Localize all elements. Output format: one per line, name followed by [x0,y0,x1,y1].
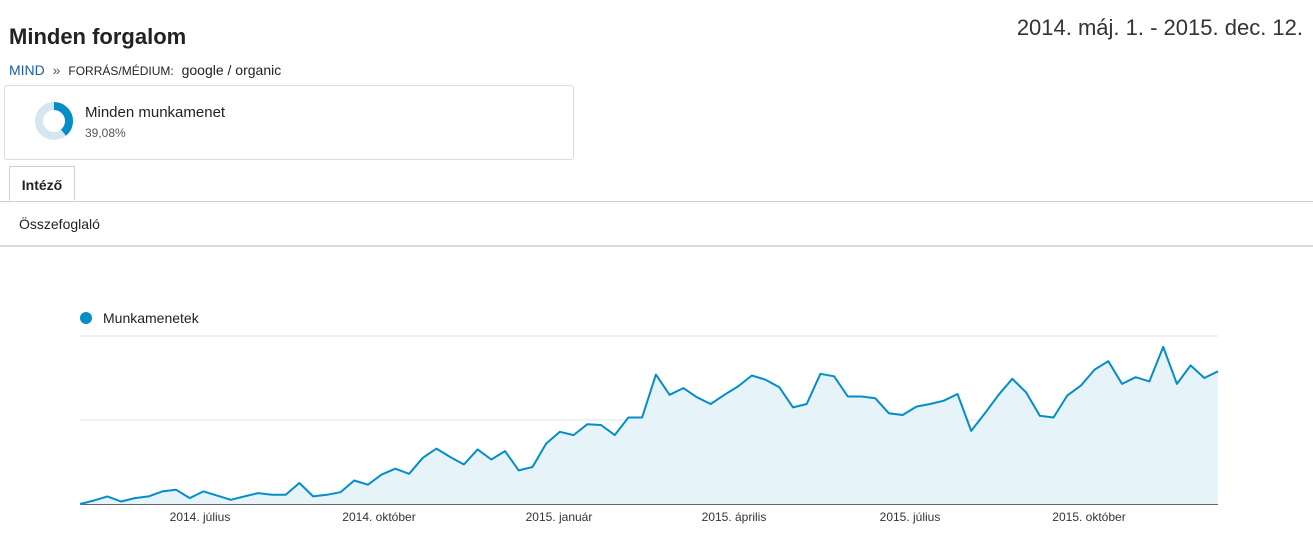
breadcrumb-separator: » [52,62,61,78]
breadcrumb-value: google / organic [181,62,282,78]
divider [0,245,1313,247]
segment-name: Minden munkamenet [85,104,226,121]
x-tick-label: 2015. október [1052,510,1125,524]
x-tick-label: 2015. július [880,510,941,524]
page-title: Minden forgalom [9,24,187,49]
x-tick-label: 2015. április [702,510,767,524]
tab-explorer[interactable]: Intéző [9,166,75,201]
segment-donut-icon [35,102,73,140]
tab-bar: Intéző [0,166,1313,202]
breadcrumb-dimension: FORRÁS/MÉDIUM: [68,64,174,78]
sessions-chart[interactable]: 2014. július 2014. október 2015. január 201… [0,320,1313,544]
date-range-selector[interactable]: 2014. máj. 1. - 2015. dec. 12. [1017,15,1303,41]
segment-card[interactable]: Minden munkamenet 39,08% [4,85,574,160]
segment-percent: 39,08% [85,126,126,140]
breadcrumb: MIND » FORRÁS/MÉDIUM: google / organic [9,62,281,78]
breadcrumb-root-link[interactable]: MIND [9,62,45,78]
x-tick-label: 2015. január [526,510,593,524]
subtab-summary[interactable]: Összefoglaló [19,216,100,232]
x-tick-label: 2014. július [170,510,231,524]
sessions-area [80,346,1218,504]
x-tick-label: 2014. október [342,510,415,524]
